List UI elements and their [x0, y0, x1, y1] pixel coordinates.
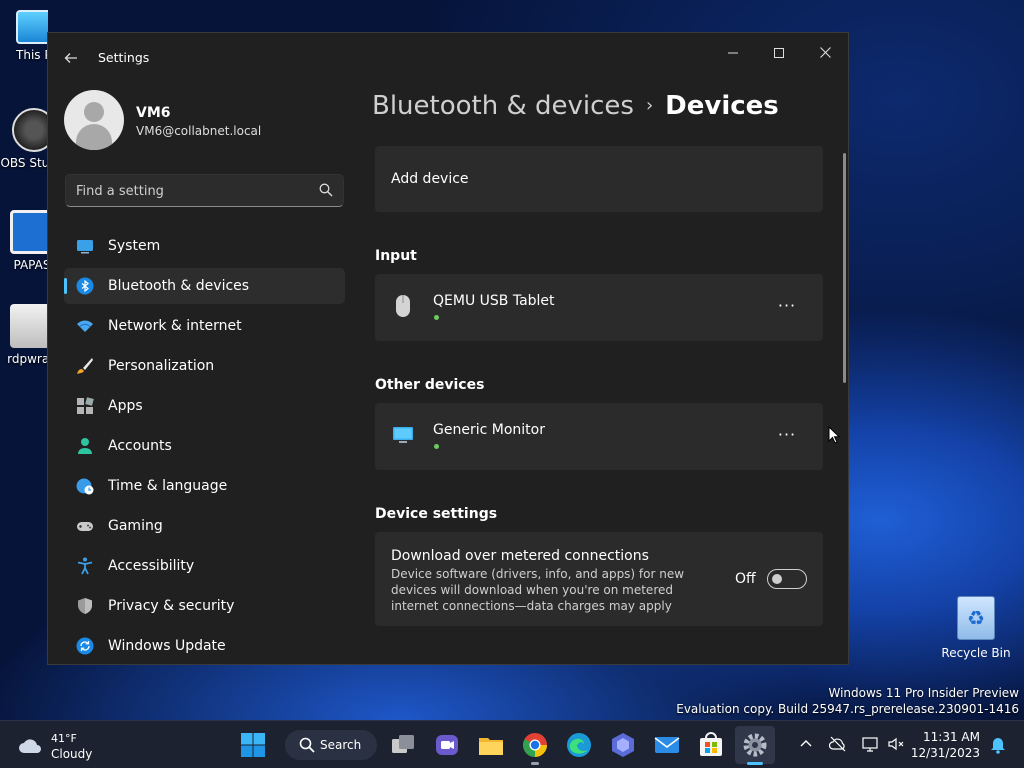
nav-item-windows-update[interactable]: Windows Update: [64, 628, 345, 664]
desktop-icon-recycle-bin[interactable]: Recycle Bin: [940, 596, 1012, 660]
connected-status-dot: [434, 444, 439, 449]
device-card-qemu-usb-tablet[interactable]: QEMU USB Tablet ···: [375, 274, 823, 341]
nav-item-system[interactable]: System: [64, 228, 345, 264]
settings-search-box[interactable]: [65, 174, 344, 207]
title-bar[interactable]: Settings: [48, 33, 848, 81]
section-input: Input: [375, 248, 417, 264]
windows-start-icon[interactable]: [240, 732, 266, 758]
desktop-icon-rdpwrap[interactable]: rdpwrap: [0, 304, 48, 366]
desktop-icon-this-pc[interactable]: This PC: [2, 10, 48, 62]
running-indicator: [531, 762, 539, 765]
recycle-bin-icon: [957, 596, 995, 640]
close-button[interactable]: [802, 39, 848, 69]
search-icon: [299, 737, 315, 753]
maximize-button[interactable]: [756, 39, 802, 69]
window-title: Settings: [98, 50, 150, 65]
nav-item-accessibility[interactable]: Accessibility: [64, 548, 345, 584]
notification-bell-icon[interactable]: [990, 736, 1006, 754]
settings-file-icon: [10, 304, 48, 348]
more-options-button[interactable]: ···: [773, 296, 801, 318]
chevron-up-icon[interactable]: [797, 735, 815, 753]
network-icon[interactable]: [861, 735, 879, 753]
section-other-devices: Other devices: [375, 377, 485, 393]
arrow-left-icon: [64, 53, 77, 63]
add-device-button[interactable]: Add device: [375, 146, 823, 212]
device-card-generic-monitor[interactable]: Generic Monitor ···: [375, 403, 823, 470]
person-icon: [78, 438, 92, 454]
minimize-icon: [728, 52, 738, 54]
desktop-icon-obs[interactable]: OBS Studio: [0, 108, 48, 170]
update-icon: [76, 637, 94, 655]
chrome-icon[interactable]: [522, 732, 548, 758]
section-device-settings: Device settings: [375, 506, 498, 522]
nav-item-time-language[interactable]: Time & language: [64, 468, 345, 504]
task-view-icon[interactable]: [390, 732, 416, 758]
computer-icon: [16, 10, 48, 44]
active-indicator: [747, 762, 763, 765]
cloud-offline-icon[interactable]: [829, 735, 847, 753]
taskbar: 41°F Cloudy Search 11:31 AM 12/31/2023: [0, 720, 1024, 768]
settings-window: Settings VM6 VM6@collabnet.local System …: [47, 32, 849, 665]
minimize-button[interactable]: [710, 39, 756, 69]
taskbar-search-button[interactable]: Search: [285, 730, 377, 760]
monitor-icon: [77, 240, 93, 254]
search-icon[interactable]: [319, 183, 333, 197]
os-watermark: Windows 11 Pro Insider Preview Evaluatio…: [676, 686, 1019, 716]
user-profile[interactable]: VM6 VM6@collabnet.local: [64, 90, 364, 152]
breadcrumb-parent[interactable]: Bluetooth & devices: [372, 91, 634, 121]
nav-item-bluetooth-devices[interactable]: Bluetooth & devices: [64, 268, 345, 304]
toggle-state-label: Off: [735, 571, 756, 587]
user-name: VM6: [136, 105, 171, 121]
accessibility-icon: [77, 557, 93, 575]
mouse-cursor-icon: [828, 426, 840, 444]
nav-item-accounts[interactable]: Accounts: [64, 428, 345, 464]
video-chat-icon[interactable]: [434, 732, 460, 758]
obs-icon: [12, 108, 48, 152]
settings-gear-icon[interactable]: [742, 732, 768, 758]
app-window-icon: [10, 210, 48, 254]
nav-item-gaming[interactable]: Gaming: [64, 508, 345, 544]
close-icon: [819, 47, 831, 58]
search-input[interactable]: [76, 181, 306, 201]
maximize-icon: [774, 48, 784, 58]
chevron-right-icon: ›: [645, 95, 654, 116]
metered-download-toggle[interactable]: [767, 569, 807, 589]
back-button[interactable]: [60, 47, 82, 69]
cloud-icon: [19, 739, 41, 753]
avatar: [64, 90, 124, 150]
apps-icon: [77, 397, 94, 414]
mail-icon[interactable]: [654, 732, 680, 758]
page-title: Devices: [665, 91, 779, 121]
file-explorer-icon[interactable]: [478, 732, 504, 758]
connected-status-dot: [434, 315, 439, 320]
nav-item-network-internet[interactable]: Network & internet: [64, 308, 345, 344]
brush-icon: [77, 358, 93, 374]
nav-item-personalization[interactable]: Personalization: [64, 348, 345, 384]
monitor-icon: [393, 427, 413, 443]
nav-item-privacy-security[interactable]: Privacy & security: [64, 588, 345, 624]
settings-nav: System Bluetooth & devices Network & int…: [64, 228, 345, 664]
weather-widget[interactable]: 41°F Cloudy: [16, 730, 136, 762]
shield-icon: [78, 598, 92, 614]
copilot-icon[interactable]: [610, 732, 636, 758]
globe-clock-icon: [76, 478, 94, 495]
nav-item-apps[interactable]: Apps: [64, 388, 345, 424]
breadcrumb: Bluetooth & devices › Devices: [372, 91, 779, 121]
wifi-icon: [77, 320, 93, 332]
bluetooth-icon: [76, 277, 94, 295]
more-options-button[interactable]: ···: [773, 425, 801, 447]
volume-muted-icon[interactable]: [887, 735, 905, 753]
setting-metered-connections: Download over metered connections Device…: [375, 532, 823, 626]
content-scrollbar[interactable]: [843, 153, 846, 383]
mouse-icon: [396, 295, 410, 317]
user-email: VM6@collabnet.local: [136, 124, 262, 138]
system-clock[interactable]: 11:31 AM 12/31/2023: [911, 729, 980, 761]
desktop-icon-papas[interactable]: PAPAS: [0, 210, 48, 272]
desktop-icons: This PC OBS Studio PAPAS rdpwrap: [0, 0, 48, 380]
gamepad-icon: [77, 522, 93, 531]
edge-icon[interactable]: [566, 732, 592, 758]
store-icon[interactable]: [698, 732, 724, 758]
